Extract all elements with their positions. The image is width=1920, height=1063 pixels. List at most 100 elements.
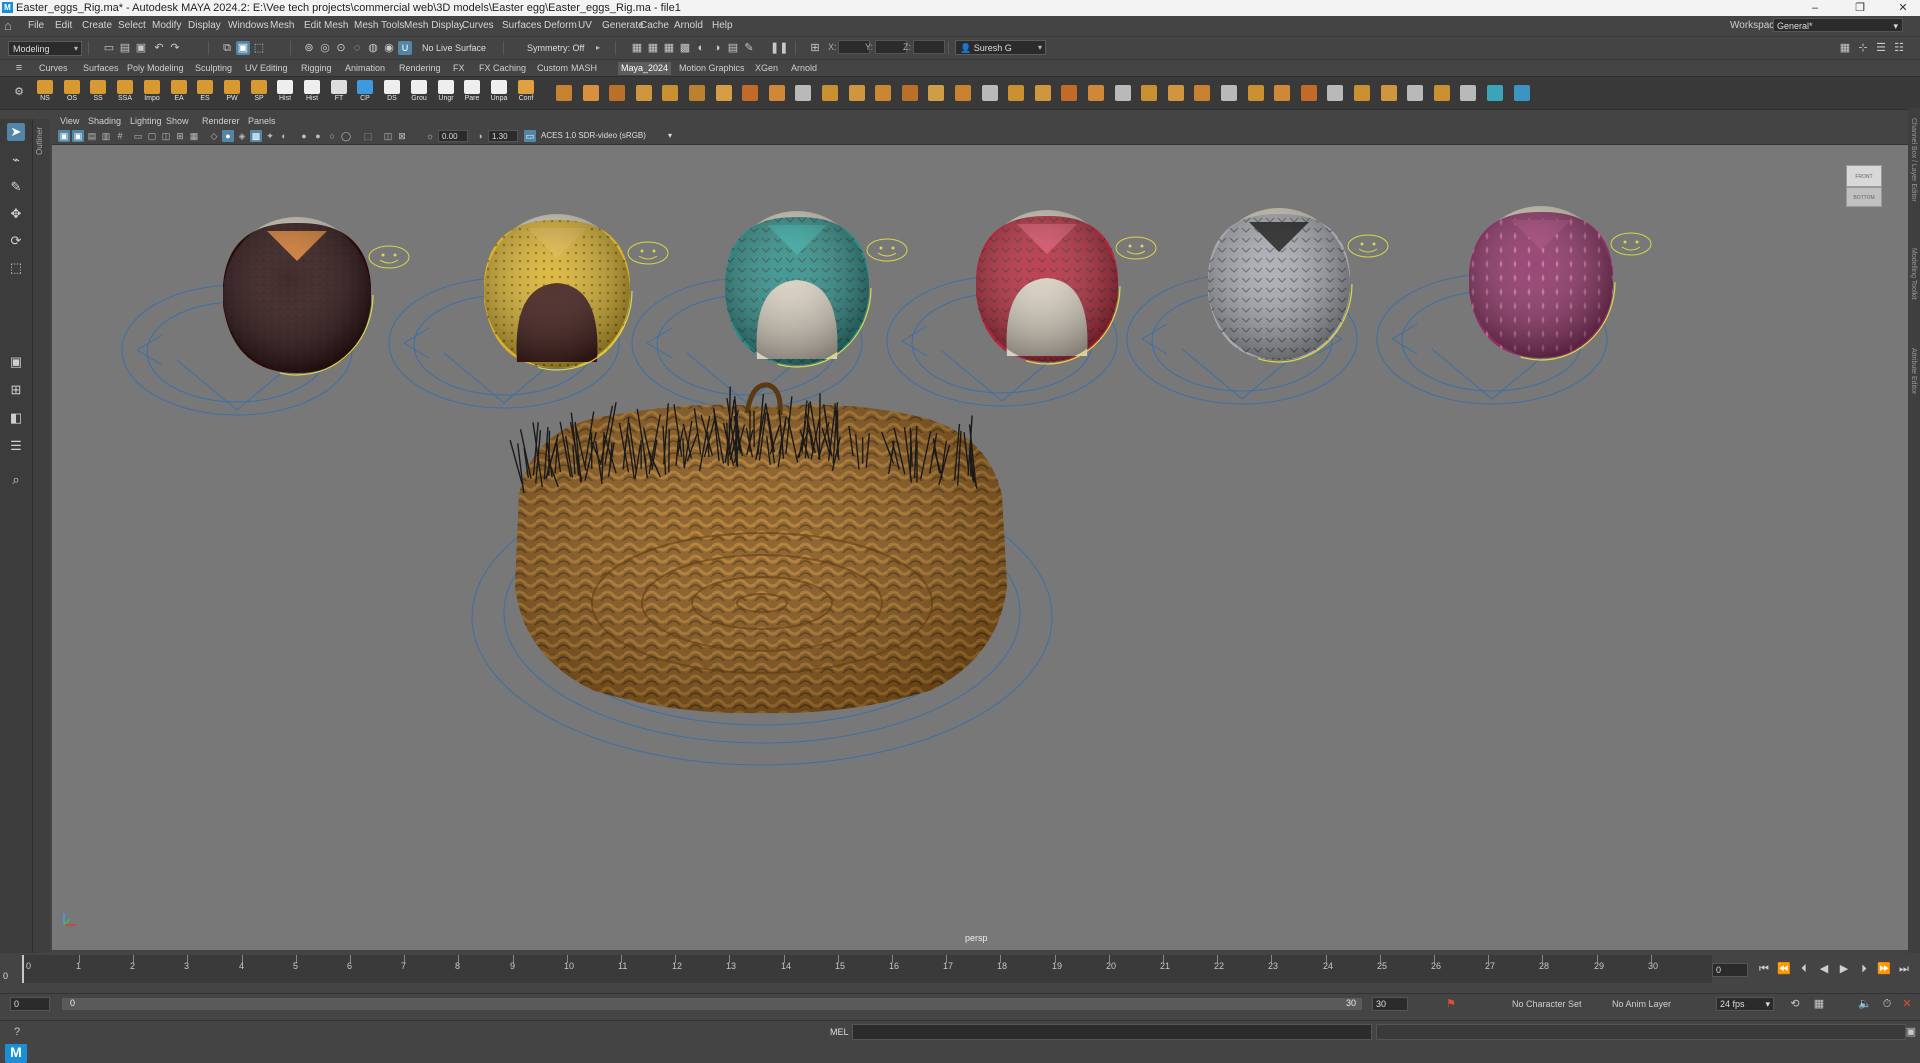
shelf-button-ssa-3[interactable]: SSA bbox=[114, 80, 136, 105]
pause-icon[interactable]: ❚❚ bbox=[770, 41, 784, 55]
script-editor-icon[interactable]: ▣ bbox=[1904, 1025, 1918, 1039]
step-back-frame-icon[interactable]: ⏴ bbox=[1796, 961, 1812, 977]
redo-icon[interactable]: ↷ bbox=[168, 41, 182, 55]
poly-cube-icon[interactable] bbox=[583, 85, 599, 101]
bridge-icon[interactable] bbox=[769, 85, 785, 101]
shelf-button-pare-16[interactable]: Pare bbox=[461, 80, 483, 105]
menu-modify[interactable]: Modify bbox=[152, 20, 181, 31]
render-view-icon[interactable]: ◑ bbox=[710, 41, 724, 55]
menu-display[interactable]: Display bbox=[188, 20, 221, 31]
attribute-editor-tab[interactable]: Attribute Editor bbox=[1910, 348, 1917, 394]
menu-mesh-tools[interactable]: Mesh Tools bbox=[354, 20, 404, 31]
shelf-tab-sculpting[interactable]: Sculpting bbox=[192, 62, 235, 75]
undo-icon[interactable]: ↶ bbox=[152, 41, 166, 55]
bookmarks-icon[interactable]: ▤ bbox=[86, 130, 98, 142]
lasso-tool-icon[interactable]: ⌁ bbox=[7, 151, 25, 169]
render-settings-icon[interactable]: ▩ bbox=[678, 41, 692, 55]
tool-settings-icon[interactable]: ☷ bbox=[1892, 41, 1906, 55]
xray-icon[interactable]: ◫ bbox=[382, 130, 394, 142]
shelf-menu-icon[interactable]: ≡ bbox=[12, 61, 26, 75]
color-space-select[interactable]: ACES 1.0 SDR-video (sRGB)▾ bbox=[538, 130, 672, 142]
freeze-icon[interactable] bbox=[1460, 85, 1476, 101]
depth-of-field-icon[interactable]: ◯ bbox=[340, 130, 352, 142]
snap-live-icon[interactable]: ◉ bbox=[382, 41, 396, 55]
animation-start-field[interactable]: 0 bbox=[10, 997, 50, 1011]
loop-icon[interactable]: ⟲ bbox=[1788, 997, 1802, 1011]
shelf-tab-custom[interactable]: Custom bbox=[534, 62, 571, 75]
menu-create[interactable]: Create bbox=[82, 20, 112, 31]
home-icon[interactable]: ⌂ bbox=[4, 19, 18, 33]
select-object-icon[interactable]: ▣ bbox=[236, 41, 250, 55]
egg-1-dark-suit[interactable] bbox=[221, 215, 409, 375]
symmetry-icon[interactable] bbox=[1407, 85, 1423, 101]
time-ruler[interactable]: 0 12345678910111213141516171819202122232… bbox=[22, 955, 1712, 983]
play-backwards-icon[interactable]: ◀ bbox=[1816, 961, 1832, 977]
shelf-tab-rendering[interactable]: Rendering bbox=[396, 62, 444, 75]
mode-select[interactable]: Modeling▾ bbox=[8, 41, 82, 56]
ipr-render-icon[interactable]: ▦ bbox=[662, 41, 676, 55]
fill-hole-icon[interactable] bbox=[822, 85, 838, 101]
light-editor-icon[interactable]: ✎ bbox=[742, 41, 756, 55]
panel-menu-view[interactable]: View bbox=[60, 116, 79, 126]
quadrangulate-icon[interactable] bbox=[1008, 85, 1024, 101]
scene-canvas[interactable] bbox=[52, 145, 1908, 950]
face-controller[interactable] bbox=[369, 246, 409, 268]
shelf-button-sp-8[interactable]: SP bbox=[248, 80, 270, 105]
hypershade-icon[interactable] bbox=[1487, 85, 1503, 101]
step-forward-frame-icon[interactable]: ⏵ bbox=[1856, 961, 1872, 977]
menu-curves[interactable]: Curves bbox=[462, 20, 494, 31]
shelf-tab-fx-caching[interactable]: FX Caching bbox=[476, 62, 529, 75]
shelf-button-hist-9[interactable]: Hist bbox=[274, 80, 296, 105]
center-pivot-icon[interactable] bbox=[1434, 85, 1450, 101]
poly-cone-icon[interactable] bbox=[636, 85, 652, 101]
new-scene-icon[interactable]: ▭ bbox=[102, 41, 116, 55]
cache-icon[interactable]: ▦ bbox=[1812, 997, 1826, 1011]
render-sequence-icon[interactable]: ▦ bbox=[646, 41, 660, 55]
egg-5-grey-suit[interactable] bbox=[1206, 206, 1388, 362]
auto-key-icon[interactable]: ⚑ bbox=[1444, 997, 1458, 1011]
mirror-icon[interactable] bbox=[928, 85, 944, 101]
shelf-tab-animation[interactable]: Animation bbox=[342, 62, 388, 75]
modeling-toolkit-icon[interactable]: ▦ bbox=[1838, 41, 1852, 55]
snap-grid-icon[interactable]: ⊚ bbox=[302, 41, 316, 55]
face-controller[interactable] bbox=[1116, 237, 1156, 259]
append-icon[interactable] bbox=[795, 85, 811, 101]
symmetry-select[interactable]: Symmetry: Off▸ bbox=[523, 41, 603, 56]
field-chart-icon[interactable]: ⊞ bbox=[174, 130, 186, 142]
shelf-tab-rigging[interactable]: Rigging bbox=[298, 62, 335, 75]
go-to-end-icon[interactable]: ⏭ bbox=[1896, 961, 1912, 977]
shelf-tab-motion-graphics[interactable]: Motion Graphics bbox=[676, 62, 748, 75]
menu-arnold[interactable]: Arnold bbox=[674, 20, 703, 31]
current-frame-field[interactable]: 0 bbox=[1712, 963, 1748, 977]
anti-aliasing-icon[interactable]: ○ bbox=[326, 130, 338, 142]
safe-action-icon[interactable]: ▦ bbox=[188, 130, 200, 142]
viewcube-front[interactable]: FRONT bbox=[1846, 165, 1882, 187]
spherical-uv-icon[interactable] bbox=[1301, 85, 1317, 101]
egg-6-pink-dress[interactable] bbox=[1467, 204, 1651, 360]
multi-cut-icon[interactable] bbox=[1088, 85, 1104, 101]
uv-editor-icon[interactable] bbox=[1354, 85, 1370, 101]
color-management-icon[interactable]: ▭ bbox=[524, 130, 536, 142]
egg-2-yellow-dress[interactable] bbox=[482, 212, 668, 370]
channel-box-tab[interactable]: Channel Box / Layer Editor bbox=[1910, 118, 1917, 202]
menu-generate[interactable]: Generate bbox=[602, 20, 644, 31]
eggs-group[interactable] bbox=[221, 204, 1651, 375]
shelf-options-icon[interactable]: ⚙ bbox=[12, 85, 26, 99]
render-setup-icon[interactable]: ▤ bbox=[726, 41, 740, 55]
character-set-select[interactable]: No Character Set bbox=[1512, 999, 1582, 1009]
combine-icon[interactable] bbox=[875, 85, 891, 101]
shelf-button-hist-10[interactable]: Hist bbox=[301, 80, 323, 105]
shelf-tab-xgen[interactable]: XGen bbox=[752, 62, 781, 75]
scale-tool-icon[interactable]: ⬚ bbox=[7, 259, 25, 277]
modelling-toolkit-tab[interactable]: Modelling Toolkit bbox=[1910, 248, 1917, 300]
screen-space-ao-icon[interactable]: ● bbox=[298, 130, 310, 142]
viewcube[interactable]: FRONT BOTTOM bbox=[1846, 165, 1882, 209]
shelf-tab-mash[interactable]: MASH bbox=[568, 62, 600, 75]
lights-icon[interactable]: ✦ bbox=[264, 130, 276, 142]
shelf-button-ss-2[interactable]: SS bbox=[87, 80, 109, 105]
shelf-button-impo-4[interactable]: Impo bbox=[141, 80, 163, 105]
soft-select-icon[interactable] bbox=[1381, 85, 1397, 101]
film-gate-icon[interactable]: ▭ bbox=[132, 130, 144, 142]
panel-menu-lighting[interactable]: Lighting bbox=[130, 116, 162, 126]
fps-select[interactable]: 24 fps▾ bbox=[1716, 997, 1774, 1011]
